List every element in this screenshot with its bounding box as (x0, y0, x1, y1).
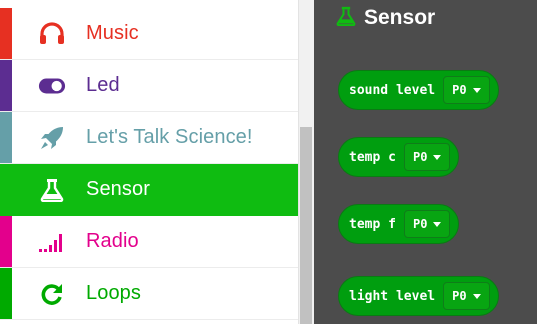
category-lets-talk-science[interactable]: Let's Talk Science! (0, 112, 298, 164)
rocket-icon (38, 124, 66, 152)
pin-dropdown-value: P0 (412, 150, 428, 164)
category-music[interactable]: Music (0, 8, 298, 60)
block-temp-f[interactable]: temp f P0 (338, 204, 460, 244)
pin-dropdown-value: P0 (452, 289, 467, 303)
toggle-icon (38, 72, 66, 100)
signal-bars-icon (38, 228, 66, 256)
category-color-bar (0, 216, 12, 267)
category-color-bar (0, 60, 12, 111)
dropdown-arrow-icon (472, 87, 481, 93)
pin-dropdown[interactable]: P0 (443, 76, 490, 104)
pin-dropdown-value: P0 (412, 217, 428, 231)
flyout-title-text: Sensor (364, 6, 436, 29)
category-color-bar (0, 8, 12, 59)
block-light-level[interactable]: light level P0 (338, 276, 499, 316)
sensor-flyout: Sensor sound level P0 temp c P0 temp f P… (314, 0, 537, 324)
block-temp-c[interactable]: temp c P0 (338, 137, 460, 177)
category-loops[interactable]: Loops (0, 268, 298, 320)
block-label: sound level (349, 82, 436, 98)
flyout-title: Sensor (336, 3, 435, 33)
category-sensor[interactable]: Sensor (0, 164, 298, 216)
block-label: light level (349, 288, 436, 304)
toolbox-scrollbar-thumb[interactable] (300, 127, 312, 324)
category-label: Radio (86, 230, 139, 252)
category-color-bar (0, 268, 12, 319)
category-label: Loops (86, 282, 141, 304)
category-led[interactable]: Led (0, 60, 298, 112)
dropdown-arrow-icon (472, 293, 481, 299)
category-label: Let's Talk Science! (86, 126, 253, 148)
headphones-icon (38, 20, 66, 48)
category-color-bar (0, 112, 12, 163)
toolbox-categories: Music Led Let's Talk Science! Sensor Rad… (0, 0, 298, 324)
flask-icon (336, 6, 356, 31)
pin-dropdown[interactable]: P0 (403, 210, 451, 238)
pin-dropdown[interactable]: P0 (403, 143, 451, 171)
loop-arrow-icon (38, 280, 66, 308)
dropdown-arrow-icon (433, 154, 442, 160)
category-label: Led (86, 74, 120, 96)
dropdown-arrow-icon (433, 221, 442, 227)
pin-dropdown-value: P0 (452, 83, 467, 97)
category-radio[interactable]: Radio (0, 216, 298, 268)
pin-dropdown[interactable]: P0 (443, 282, 490, 310)
block-label: temp c (349, 149, 396, 165)
block-sound-level[interactable]: sound level P0 (338, 70, 499, 110)
category-label: Sensor (86, 178, 150, 200)
category-label: Music (86, 22, 139, 44)
category-color-bar (0, 164, 12, 215)
block-label: temp f (349, 216, 396, 232)
flask-icon (38, 176, 66, 204)
